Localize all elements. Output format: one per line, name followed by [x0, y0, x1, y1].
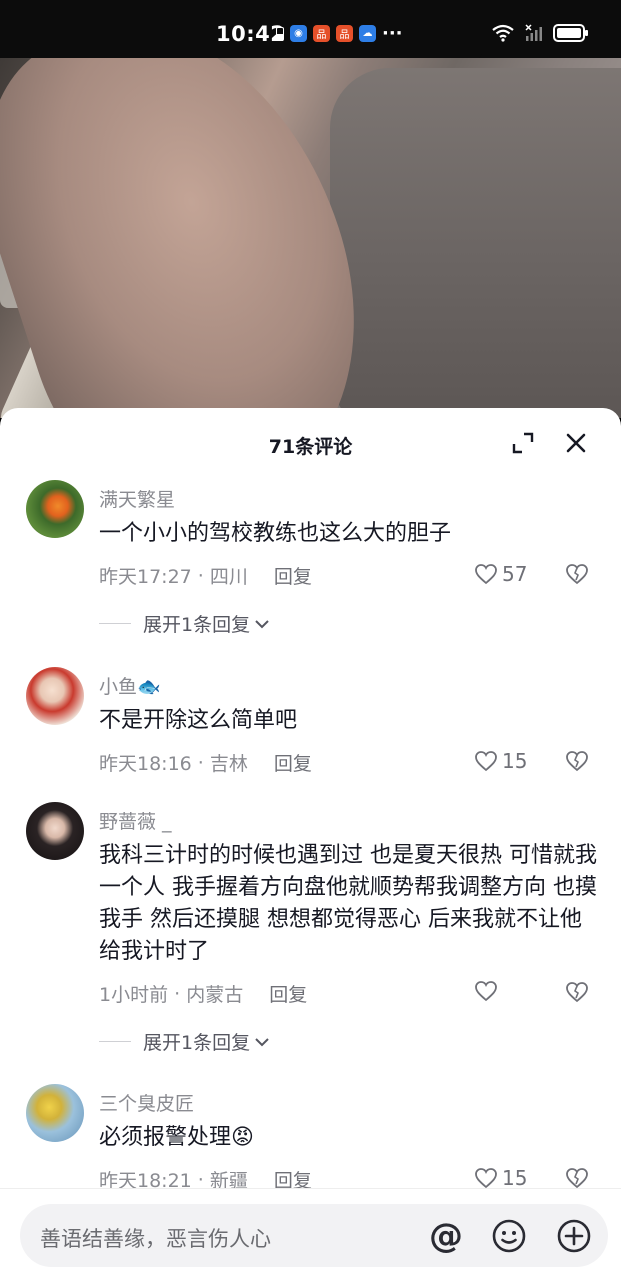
comment-text: 我科三计时的时候也遇到过 也是夏天很热 可惜就我一个人 我手握着方向盘他就顺势帮…: [99, 843, 597, 964]
avatar[interactable]: [26, 480, 84, 538]
comment-text: 一个小小的驾校教练也这么大的胆子: [99, 521, 452, 546]
heart-icon: [475, 1168, 497, 1189]
comment-meta: 1小时前 · 内蒙古 回复: [99, 980, 307, 1007]
comment-meta: 昨天18:16 · 吉林 回复: [99, 749, 312, 776]
avatar[interactable]: [26, 667, 84, 725]
comment-text: 必须报警处理😡: [99, 1125, 254, 1150]
meta-separator: ·: [191, 751, 210, 774]
cloud-icon: ☁: [359, 25, 376, 42]
meta-separator: ·: [168, 982, 187, 1005]
status-bar: 10:42 ◉ 品 品 ☁ ···: [0, 0, 621, 60]
meta-separator: ·: [191, 564, 210, 587]
expand-replies-label: 展开1条回复: [143, 1032, 251, 1054]
video-frame-seat: [330, 68, 621, 418]
expand-replies-button[interactable]: 展开1条回复: [99, 610, 270, 637]
battery-saver-icon: [276, 26, 284, 41]
add-icon[interactable]: [556, 1218, 592, 1254]
divider-line: [99, 1041, 131, 1042]
like-count: 15: [502, 1166, 528, 1190]
sheet-header: 71条评论: [0, 408, 621, 478]
avatar[interactable]: [26, 802, 84, 860]
fullscreen-icon[interactable]: [512, 432, 534, 454]
video-player[interactable]: [0, 58, 621, 418]
broken-heart-icon[interactable]: [565, 749, 589, 773]
browser-app-icon: ◉: [290, 25, 307, 42]
comment-location: 四川: [209, 566, 248, 588]
comment-location: 内蒙古: [186, 984, 244, 1006]
comment-time: 昨天17:27: [99, 566, 192, 588]
comment-time: 昨天18:16: [99, 753, 192, 775]
like-button[interactable]: 15: [474, 749, 527, 773]
more-notifications-icon: ···: [382, 23, 403, 44]
comment-input-bar: 善语结善缘，恶言伤人心 @: [0, 1188, 621, 1280]
reply-button[interactable]: 回复: [274, 562, 312, 589]
status-time: 10:42: [216, 22, 286, 46]
broken-heart-icon[interactable]: [565, 1166, 589, 1190]
comment-username[interactable]: 三个臭皮匠: [99, 1089, 194, 1116]
heart-icon: [475, 564, 497, 585]
reply-button[interactable]: 回复: [269, 980, 307, 1007]
input-placeholder: 善语结善缘，恶言伤人心: [40, 1227, 271, 1251]
reply-button[interactable]: 回复: [274, 749, 312, 776]
status-right: [491, 24, 588, 42]
mention-icon[interactable]: @: [426, 1217, 466, 1257]
signal-icon: [525, 24, 542, 41]
comment-time: 1小时前: [99, 984, 169, 1006]
comment-username[interactable]: 野蔷薇 _: [99, 807, 172, 834]
like-count: 57: [502, 562, 528, 586]
chevron-down-icon: [255, 1037, 269, 1046]
app-notification-icon-2: 品: [336, 25, 353, 42]
chevron-down-icon: [255, 619, 269, 628]
comment-input[interactable]: 善语结善缘，恶言伤人心 @: [20, 1204, 608, 1267]
battery-icon: [553, 24, 588, 42]
expand-replies-label: 展开1条回复: [143, 614, 251, 636]
divider-line: [99, 623, 131, 624]
status-app-icons: ◉ 品 品 ☁ ···: [276, 23, 403, 44]
wifi-icon: [492, 24, 514, 42]
like-button[interactable]: 57: [474, 562, 527, 586]
comment-meta: 昨天17:27 · 四川 回复: [99, 562, 312, 589]
broken-heart-icon[interactable]: [565, 980, 589, 1004]
comment-username[interactable]: 满天繁星: [99, 485, 175, 512]
broken-heart-icon[interactable]: [565, 562, 589, 586]
like-button[interactable]: [474, 980, 502, 1002]
app-notification-icon: 品: [313, 25, 330, 42]
emoji-icon[interactable]: [491, 1218, 527, 1254]
heart-icon: [475, 981, 497, 1002]
comment-username[interactable]: 小鱼🐟: [99, 672, 161, 699]
like-count: 15: [502, 749, 528, 773]
expand-replies-button[interactable]: 展开1条回复: [99, 1028, 270, 1055]
comment-sheet: 71条评论 满天繁星 一个小小的驾校教练也这么大的胆子 昨天17:27 · 四川…: [0, 408, 621, 1280]
comment-text: 不是开除这么简单吧: [99, 708, 298, 733]
like-button[interactable]: 15: [474, 1166, 527, 1190]
close-icon[interactable]: [563, 430, 589, 456]
comment-location: 吉林: [209, 753, 248, 775]
avatar[interactable]: [26, 1084, 84, 1142]
heart-icon: [475, 751, 497, 772]
